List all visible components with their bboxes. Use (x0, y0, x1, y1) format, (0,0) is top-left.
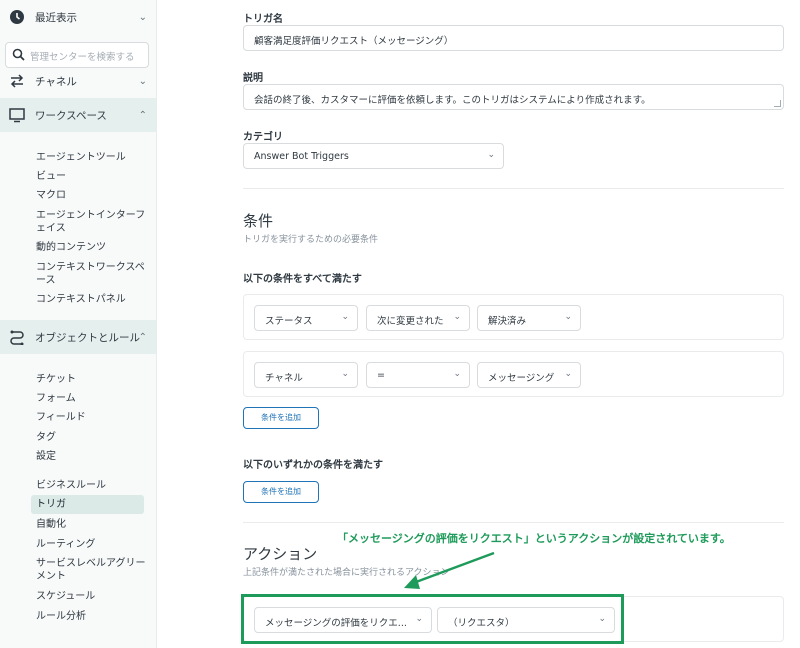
chevron-up-icon: ⌃ (138, 331, 147, 343)
clock-icon (10, 10, 24, 24)
category-value: Answer Bot Triggers (254, 151, 349, 162)
main-content: トリガ名 顧客満足度評価リクエスト（メッセージング） 説明 会話の終了後、カスタ… (157, 0, 800, 648)
annotation-highlight-box (241, 594, 624, 644)
nav-workspace[interactable]: ワークスペース ⌃ (0, 98, 156, 132)
category-select[interactable]: Answer Bot Triggers ⌄ (243, 143, 504, 169)
condition-field-select[interactable]: ステータス ⌄ (254, 305, 358, 331)
trigger-name-input[interactable]: 顧客満足度評価リクエスト（メッセージング） (243, 25, 784, 51)
conditions-subtitle: トリガを実行するための必要条件 (243, 235, 379, 245)
conditions-any-label: 以下のいずれかの条件を満たす (243, 460, 383, 471)
nav-objects-rules[interactable]: オブジェクトとルール ⌃ (0, 320, 156, 354)
arrows-swap-icon (10, 74, 24, 88)
sidebar-item-tickets[interactable]: チケット (36, 373, 146, 386)
condition-value-value: メッセージング (488, 373, 555, 384)
chevron-down-icon: ⌄ (564, 369, 572, 379)
sidebar-item-routing[interactable]: ルーティング (36, 538, 146, 551)
sidebar-group-business-rules: ビジネスルール (36, 480, 106, 491)
condition-operator-select[interactable]: = ⌄ (366, 362, 470, 388)
sidebar-item-macros[interactable]: マクロ (36, 189, 146, 202)
sidebar-item-automations[interactable]: 自動化 (36, 518, 146, 531)
chevron-down-icon: ⌄ (341, 312, 349, 322)
chevron-down-icon: ⌄ (487, 150, 495, 160)
condition-value-select[interactable]: メッセージング ⌄ (477, 362, 581, 388)
sidebar-item-settings[interactable]: 設定 (36, 450, 146, 463)
conditions-title: 条件 (243, 212, 274, 230)
chevron-down-icon: ⌄ (453, 369, 461, 379)
add-condition-any-button[interactable]: 条件を追加 (243, 481, 319, 503)
chevron-down-icon: ⌄ (564, 312, 572, 322)
condition-field-value: チャネル (265, 373, 303, 384)
condition-operator-value: 次に変更された (377, 316, 444, 327)
divider (243, 188, 784, 189)
category-label: カテゴリ (243, 132, 283, 143)
chevron-down-icon: ⌄ (453, 312, 461, 322)
condition-field-select[interactable]: チャネル ⌄ (254, 362, 358, 388)
nav-channels-label: チャネル (35, 75, 77, 88)
chevron-down-icon: ⌄ (341, 369, 349, 379)
actions-subtitle: 上記条件が満たされた場合に実行されるアクション (243, 568, 450, 578)
sidebar-item-forms[interactable]: フォーム (36, 392, 146, 405)
nav-recent-label: 最近表示 (35, 11, 77, 24)
actions-title: アクション (243, 545, 318, 563)
sidebar-item-agent-interface[interactable]: エージェントインターフェイス (36, 209, 146, 235)
add-condition-all-button[interactable]: 条件を追加 (243, 407, 319, 429)
divider (243, 522, 784, 523)
sidebar-item-context-panel[interactable]: コンテキストパネル (36, 293, 146, 306)
sidebar-item-rule-analysis[interactable]: ルール分析 (36, 610, 146, 623)
sidebar-item-agent-tools[interactable]: エージェントツール (36, 151, 146, 164)
objects-rules-icon (10, 330, 24, 345)
condition-row: チャネル ⌄ = ⌄ メッセージング ⌄ (243, 351, 784, 397)
condition-value-select[interactable]: 解決済み ⌄ (477, 305, 581, 331)
sidebar: 最近表示 ⌄ 管理センターを検索する チャネル ⌄ ワークスペース ⌃ エージェ… (0, 0, 157, 648)
monitor-icon (9, 108, 25, 123)
condition-field-value: ステータス (265, 316, 313, 327)
nav-workspace-label: ワークスペース (35, 109, 107, 122)
sidebar-item-views[interactable]: ビュー (36, 170, 146, 183)
search-icon (12, 48, 25, 61)
sidebar-item-schedules[interactable]: スケジュール (36, 590, 146, 603)
condition-row: ステータス ⌄ 次に変更された ⌄ 解決済み ⌄ (243, 294, 784, 340)
condition-operator-select[interactable]: 次に変更された ⌄ (366, 305, 470, 331)
description-text: 会話の終了後、カスタマーに評価を依頼します。このトリガはシステムにより作成されま… (254, 95, 651, 106)
chevron-up-icon: ⌃ (138, 109, 147, 121)
condition-operator-value: = (377, 370, 385, 381)
description-textarea[interactable]: 会話の終了後、カスタマーに評価を依頼します。このトリガはシステムにより作成されま… (243, 84, 784, 110)
conditions-all-label: 以下の条件をすべて満たす (243, 274, 362, 285)
sidebar-item-sla[interactable]: サービスレベルアグリーメント (36, 557, 146, 583)
chevron-down-icon: ⌄ (138, 11, 147, 23)
sidebar-item-fields[interactable]: フィールド (36, 411, 146, 424)
nav-objects-rules-label: オブジェクトとルール (35, 331, 140, 344)
description-label: 説明 (243, 73, 263, 84)
chevron-down-icon: ⌄ (138, 75, 147, 87)
search-placeholder: 管理センターを検索する (30, 52, 135, 63)
nav-recent[interactable]: 最近表示 ⌄ (0, 0, 156, 34)
sidebar-item-triggers[interactable]: トリガ (31, 495, 144, 514)
condition-value-value: 解決済み (488, 316, 527, 327)
trigger-name-label: トリガ名 (243, 14, 283, 25)
nav-channels[interactable]: チャネル ⌄ (0, 64, 156, 98)
annotation-callout: 「メッセージングの評価をリクエスト」というアクションが設定されています。 (337, 532, 731, 545)
sidebar-item-contextual-workspaces[interactable]: コンテキストワークスペース (36, 261, 146, 287)
sidebar-item-tags[interactable]: タグ (36, 431, 146, 444)
resize-handle-icon[interactable] (774, 100, 781, 107)
sidebar-item-dynamic-content[interactable]: 動的コンテンツ (36, 241, 146, 254)
